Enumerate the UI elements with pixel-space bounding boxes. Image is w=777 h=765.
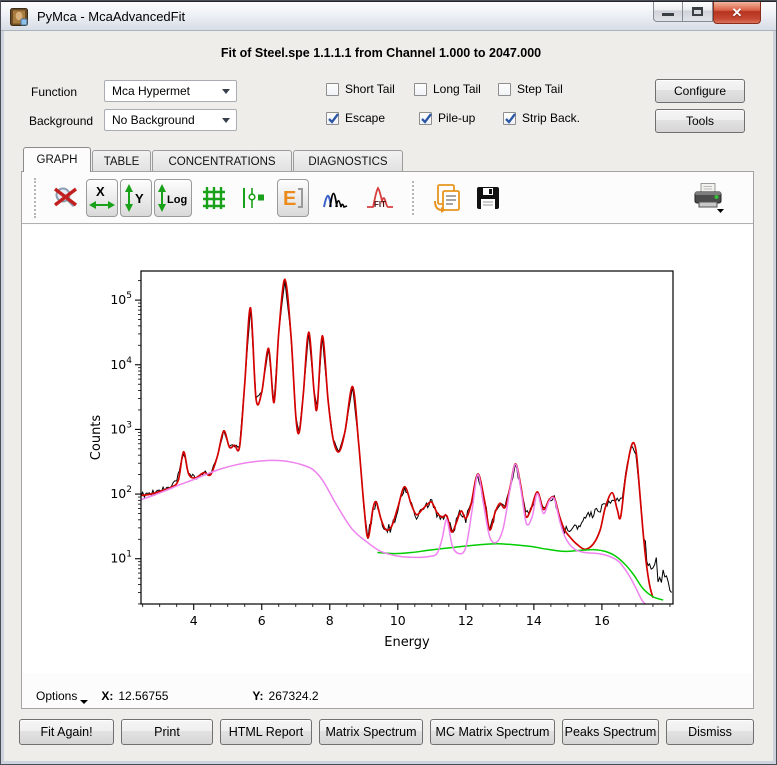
- checkbox-label: Pile-up: [438, 111, 475, 125]
- checkbox-step-tail[interactable]: Step Tail: [498, 82, 563, 96]
- chevron-down-icon: [222, 89, 230, 94]
- checkbox-long-tail[interactable]: Long Tail: [414, 82, 481, 96]
- matrix-spectrum-button[interactable]: Matrix Spectrum: [319, 719, 423, 745]
- html-report-button[interactable]: HTML Report: [220, 719, 312, 745]
- spectrum-plot[interactable]: 4 6 8 10 12 14 16 101 102 103 104 105 Counts Energy: [22, 225, 753, 673]
- chevron-down-icon: [222, 118, 230, 123]
- checkbox-label: Escape: [345, 111, 385, 125]
- checkbox-label: Strip Back.: [522, 111, 580, 125]
- copy-clipboard-icon[interactable]: [431, 183, 463, 213]
- svg-text:4: 4: [190, 613, 198, 628]
- grid-toggle-icon[interactable]: [201, 185, 227, 211]
- svg-text:6: 6: [258, 613, 266, 628]
- toolbar-separator: [412, 181, 418, 215]
- svg-text:101: 101: [110, 550, 132, 566]
- background-combobox[interactable]: No Background: [104, 109, 237, 131]
- pymca-window: PyMca - McaAdvancedFit ✕ Fit of Steel.sp…: [0, 0, 777, 765]
- graph-toolbar: X Y Log: [22, 172, 753, 224]
- close-button[interactable]: ✕: [713, 2, 761, 24]
- tab-table[interactable]: TABLE: [92, 150, 151, 172]
- svg-text:Counts: Counts: [89, 415, 104, 461]
- dismiss-button[interactable]: Dismiss: [666, 719, 754, 745]
- tab-graph[interactable]: GRAPH: [23, 147, 91, 172]
- log-letters: Log: [167, 194, 187, 206]
- y-autoscale-button[interactable]: Y: [120, 179, 152, 217]
- caret-down-icon: [80, 700, 88, 704]
- peak-markers-icon[interactable]: [241, 185, 267, 211]
- checkbox-short-tail[interactable]: Short Tail: [326, 82, 395, 96]
- energy-axis-button[interactable]: E: [277, 179, 309, 217]
- x-autoscale-letter: X: [96, 184, 105, 199]
- function-value: Mca Hypermet: [112, 84, 190, 98]
- log-toggle-button[interactable]: Log: [154, 179, 192, 217]
- checkbox-box: [498, 83, 511, 96]
- titlebar[interactable]: PyMca - McaAdvancedFit ✕: [1, 1, 777, 31]
- close-icon: ✕: [732, 5, 743, 21]
- peaks-spectrum-button[interactable]: Peaks Spectrum: [562, 719, 659, 745]
- tab-concentrations[interactable]: CONCENTRATIONS: [152, 150, 292, 172]
- svg-text:14: 14: [526, 613, 542, 628]
- cursor-y-label: Y:: [252, 689, 263, 703]
- fit-letters: FIT: [374, 200, 386, 209]
- fit-action-icon[interactable]: FIT: [365, 184, 395, 212]
- print-icon[interactable]: [691, 182, 725, 214]
- cursor-statusbar: Options X: 12.56755 Y: 267324.2: [22, 685, 753, 707]
- svg-text:105: 105: [110, 291, 132, 307]
- fit-summary-title: Fit of Steel.spe 1.1.1.1 from Channel 1.…: [1, 46, 761, 60]
- options-menu[interactable]: Options: [36, 689, 88, 703]
- app-icon: [10, 8, 28, 26]
- checkbox-label: Short Tail: [345, 82, 395, 96]
- checkbox-box: [414, 83, 427, 96]
- minimize-icon: [662, 13, 674, 16]
- checkbox-escape[interactable]: Escape: [326, 111, 385, 125]
- fit-curves-icon[interactable]: [322, 185, 348, 211]
- action-button-row: Fit Again! Print HTML Report Matrix Spec…: [19, 719, 754, 745]
- cursor-x-value: 12.56755: [118, 689, 168, 703]
- checkbox-strip-back[interactable]: Strip Back.: [503, 111, 580, 125]
- checkbox-box: [419, 112, 432, 125]
- window-title: PyMca - McaAdvancedFit: [37, 2, 185, 32]
- tab-diagnostics[interactable]: DIAGNOSTICS: [293, 150, 403, 172]
- svg-text:12: 12: [458, 613, 474, 628]
- background-value: No Background: [112, 113, 195, 127]
- checkbox-box: [326, 83, 339, 96]
- energy-letter: E: [283, 188, 296, 210]
- configure-button[interactable]: Configure: [655, 79, 745, 103]
- svg-text:104: 104: [110, 356, 132, 372]
- minimize-button[interactable]: [653, 2, 683, 22]
- function-combobox[interactable]: Mca Hypermet: [104, 80, 237, 102]
- background-label: Background: [29, 114, 93, 128]
- checkbox-label: Long Tail: [433, 82, 481, 96]
- svg-text:8: 8: [326, 613, 334, 628]
- zoom-reset-icon[interactable]: [52, 184, 80, 212]
- y-autoscale-letter: Y: [135, 191, 144, 206]
- svg-text:Energy: Energy: [384, 635, 430, 650]
- cursor-y-value: 267324.2: [269, 689, 319, 703]
- cursor-x-label: X:: [101, 689, 113, 703]
- svg-text:10: 10: [390, 613, 406, 628]
- checkbox-box: [503, 112, 516, 125]
- svg-text:102: 102: [110, 485, 132, 501]
- checkbox-label: Step Tail: [517, 82, 563, 96]
- spectrum-svg[interactable]: 4 6 8 10 12 14 16 101 102 103 104 105 Counts Energy: [22, 225, 753, 673]
- svg-text:103: 103: [110, 420, 132, 436]
- save-icon[interactable]: [476, 186, 500, 210]
- maximize-button[interactable]: [683, 2, 713, 22]
- checkbox-box: [326, 112, 339, 125]
- x-autoscale-button[interactable]: X: [86, 179, 118, 217]
- function-label: Function: [31, 85, 77, 99]
- checkbox-pileup[interactable]: Pile-up: [419, 111, 475, 125]
- maximize-icon: [692, 7, 703, 16]
- fit-again-button[interactable]: Fit Again!: [19, 719, 114, 745]
- mc-matrix-spectrum-button[interactable]: MC Matrix Spectrum: [430, 719, 555, 745]
- toolbar-drag-handle[interactable]: [34, 178, 40, 218]
- svg-text:16: 16: [594, 613, 610, 628]
- tools-button[interactable]: Tools: [655, 109, 745, 133]
- graph-panel: X Y Log: [21, 171, 754, 709]
- print-button[interactable]: Print: [121, 719, 213, 745]
